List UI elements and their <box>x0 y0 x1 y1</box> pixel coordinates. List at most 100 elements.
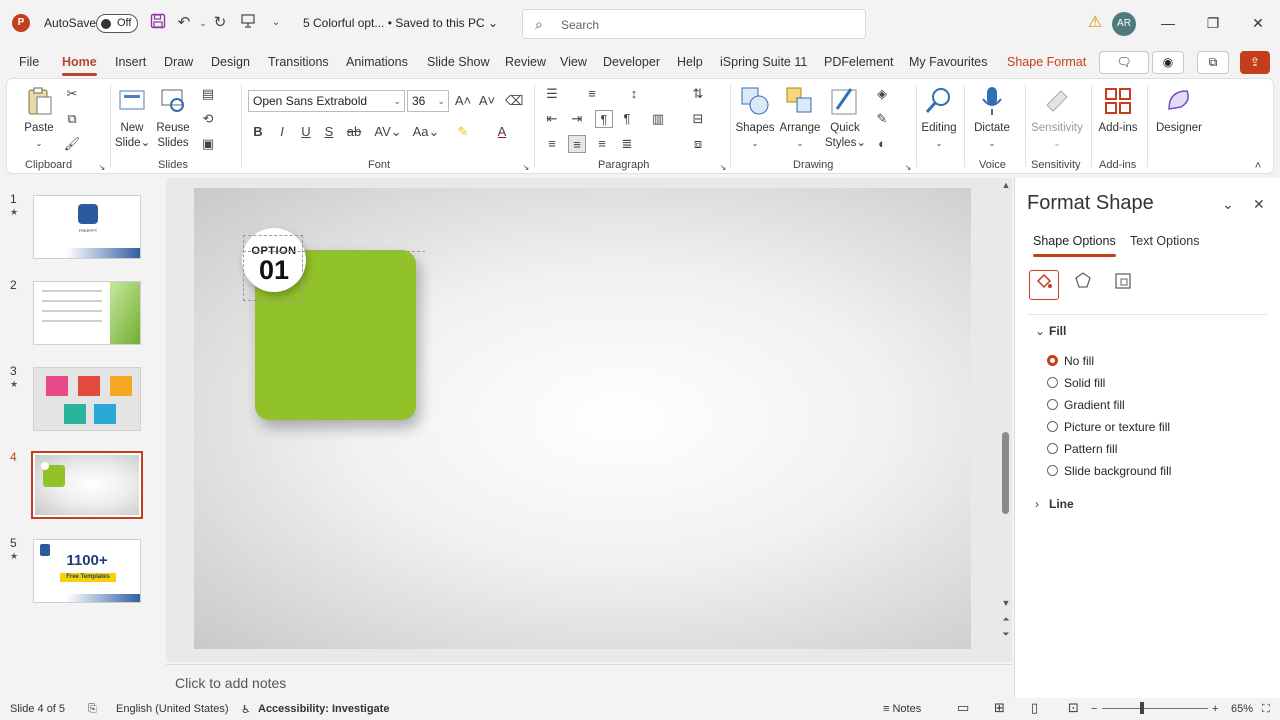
italic-icon[interactable]: I <box>273 123 291 141</box>
search-box[interactable]: ⌕ Search <box>522 9 866 39</box>
shape-outline-icon[interactable]: ✎ <box>873 110 891 128</box>
tab-pdfelement[interactable]: PDFelement <box>824 55 893 69</box>
share-button[interactable]: ⇪ <box>1240 51 1270 74</box>
drawing-launcher-icon[interactable]: ↘ <box>899 159 917 177</box>
line-spacing-icon[interactable]: ↕ <box>625 85 643 103</box>
close-icon[interactable]: ✕ <box>1247 12 1269 34</box>
copy-icon[interactable]: ⧉ <box>63 110 81 128</box>
change-case-icon[interactable]: Aa⌄ <box>411 123 441 141</box>
addins-button[interactable]: Add-ins <box>1095 85 1141 136</box>
decrease-font-icon[interactable]: A˅ <box>478 92 496 110</box>
tab-home[interactable]: Home <box>62 55 97 76</box>
tab-text-options[interactable]: Text Options <box>1130 234 1199 248</box>
character-spacing-icon[interactable]: AV⌄ <box>373 123 403 141</box>
fill-section-header[interactable]: ⌄ Fill <box>1035 324 1066 338</box>
increase-font-icon[interactable]: A˄ <box>454 92 472 110</box>
pane-close-icon[interactable]: ✕ <box>1253 196 1265 213</box>
font-color-icon[interactable]: A <box>493 123 511 141</box>
layout-icon[interactable]: ▤ <box>199 85 217 103</box>
zoom-in-icon[interactable]: + <box>1212 703 1218 715</box>
line-section-header[interactable]: › Line <box>1035 497 1074 511</box>
clear-formatting-icon[interactable]: ⌫ <box>505 92 523 110</box>
restore-icon[interactable]: ❐ <box>1202 12 1224 34</box>
align-right-icon[interactable]: ≡ <box>593 135 611 153</box>
accessibility-icon[interactable]: ♿ <box>241 703 251 716</box>
undo-icon[interactable]: ↶ <box>174 13 194 33</box>
underline-icon[interactable]: U <box>297 123 315 141</box>
fit-to-window-icon[interactable]: ⛶ <box>1262 703 1270 716</box>
numbering-icon[interactable]: ≡ <box>583 85 601 103</box>
tab-draw[interactable]: Draw <box>164 55 193 69</box>
previous-slide-icon[interactable]: ⏶ <box>1000 614 1012 625</box>
justify-icon[interactable]: ≣ <box>618 135 636 153</box>
font-name-combo[interactable]: Open Sans Extrabold ⌄ <box>248 90 405 112</box>
arrange-button[interactable]: Arrange ⌄ <box>779 85 821 151</box>
radio-no-fill[interactable]: No fill <box>1047 354 1094 368</box>
slideshow-view-icon[interactable]: ⊡ <box>1068 700 1079 716</box>
tab-shape-options[interactable]: Shape Options <box>1033 234 1116 257</box>
shape-fill-icon[interactable]: ◈ <box>873 85 891 103</box>
normal-view-icon[interactable]: ▭ <box>957 700 969 716</box>
shape-effects-icon[interactable]: ◐ <box>873 135 891 153</box>
teams-button[interactable]: ⧉ <box>1197 51 1229 74</box>
accessibility-status[interactable]: Accessibility: Investigate <box>258 703 389 715</box>
tab-developer[interactable]: Developer <box>603 55 660 69</box>
font-size-combo[interactable]: 36 ⌄ <box>407 90 449 112</box>
tab-shape-format[interactable]: Shape Format <box>1007 55 1086 69</box>
save-icon[interactable] <box>148 13 168 33</box>
document-title[interactable]: 5 Colorful opt... • Saved to this PC ⌄ <box>303 16 498 30</box>
slide-thumbnail-3[interactable] <box>33 367 141 431</box>
scrollbar-thumb[interactable] <box>1002 432 1009 514</box>
comments-button[interactable]: 🗨 <box>1099 51 1149 74</box>
paste-button[interactable]: Paste ⌄ <box>19 85 59 151</box>
format-painter-icon[interactable]: 🖌 <box>63 135 81 153</box>
minimize-icon[interactable]: — <box>1157 12 1179 34</box>
rtl-icon[interactable]: ¶ <box>618 110 636 128</box>
align-left-icon[interactable]: ≡ <box>543 135 561 153</box>
tab-design[interactable]: Design <box>211 55 250 69</box>
text-direction-icon[interactable]: ⇅ <box>689 85 707 103</box>
slide-thumbnail-1[interactable]: FREEPPT <box>33 195 141 259</box>
notes-pane[interactable]: Click to add notes <box>166 664 1012 698</box>
tab-file[interactable]: File <box>19 55 39 69</box>
ltr-icon[interactable]: ¶ <box>595 110 613 128</box>
autosave-toggle[interactable]: Off <box>96 14 138 33</box>
slide-thumbnail-5[interactable]: 1100+ Free Templates <box>33 539 141 603</box>
font-launcher-icon[interactable]: ↘ <box>517 159 535 177</box>
size-properties-icon[interactable] <box>1108 270 1138 300</box>
zoom-out-icon[interactable]: − <box>1091 703 1097 715</box>
zoom-slider-track[interactable] <box>1102 708 1208 709</box>
warning-icon[interactable]: ⚠ <box>1086 14 1104 32</box>
decrease-indent-icon[interactable]: ⇤ <box>543 110 561 128</box>
tab-ispring[interactable]: iSpring Suite 11 <box>720 55 807 69</box>
tab-view[interactable]: View <box>560 55 587 69</box>
record-button[interactable]: ◉ <box>1152 51 1184 74</box>
highlight-icon[interactable]: ✎ <box>454 123 472 141</box>
cut-icon[interactable]: ✂ <box>63 85 81 103</box>
strikethrough-icon[interactable]: ab <box>345 123 363 141</box>
scroll-down-icon[interactable]: ▼ <box>1000 598 1012 608</box>
next-slide-icon[interactable]: ⏷ <box>1000 629 1012 640</box>
fill-line-icon[interactable] <box>1029 270 1059 300</box>
pane-options-icon[interactable]: ⌄ <box>1222 196 1234 213</box>
scroll-up-icon[interactable]: ▲ <box>1000 180 1012 190</box>
sensitivity-button[interactable]: Sensitivity ⌄ <box>1029 85 1085 151</box>
notes-placeholder[interactable]: Click to add notes <box>175 675 286 691</box>
zoom-slider-knob[interactable] <box>1140 702 1144 714</box>
quick-styles-button[interactable]: Quick Styles⌄ <box>825 85 866 151</box>
spellcheck-icon[interactable]: ⎘ <box>88 703 97 716</box>
radio-gradient-fill[interactable]: Gradient fill <box>1047 398 1125 412</box>
slide-thumbnail-4[interactable] <box>31 451 143 519</box>
reuse-slides-button[interactable]: Reuse Slides <box>155 85 191 151</box>
slide-sorter-icon[interactable]: ⊞ <box>994 700 1005 716</box>
radio-slide-background-fill[interactable]: Slide background fill <box>1047 464 1171 478</box>
bullets-icon[interactable]: ☰ <box>543 85 561 103</box>
new-slide-button[interactable]: New Slide⌄ <box>115 85 150 151</box>
vertical-scrollbar[interactable]: ▲ ▼ ⏶ ⏷ <box>1000 180 1012 642</box>
tab-review[interactable]: Review <box>505 55 546 69</box>
redo-icon[interactable]: ↻ <box>210 13 230 33</box>
increase-indent-icon[interactable]: ⇥ <box>568 110 586 128</box>
radio-solid-fill[interactable]: Solid fill <box>1047 376 1105 390</box>
radio-pattern-fill[interactable]: Pattern fill <box>1047 442 1117 456</box>
zoom-level[interactable]: 65% <box>1231 703 1253 715</box>
